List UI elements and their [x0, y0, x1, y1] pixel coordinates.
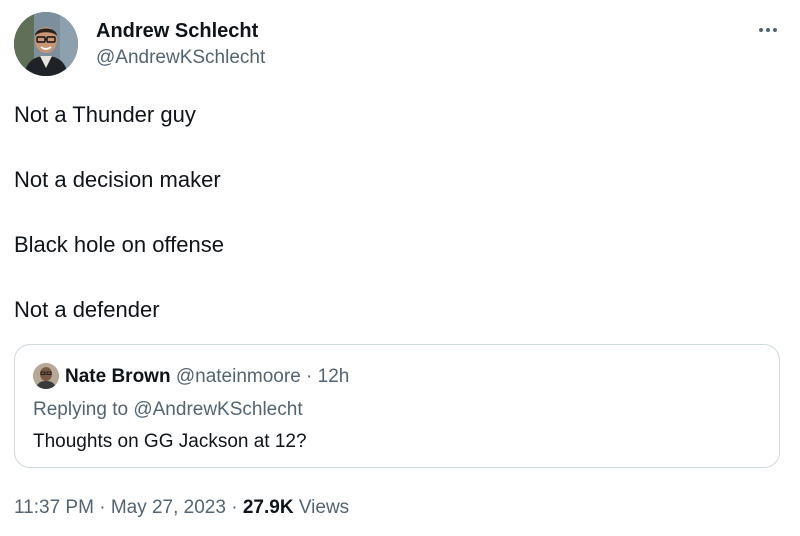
- tweet-date[interactable]: May 27, 2023: [111, 497, 226, 518]
- replying-prefix: Replying to: [33, 399, 134, 420]
- footer-separator: ·: [225, 497, 243, 518]
- author-avatar[interactable]: [14, 12, 78, 76]
- tweet-text-line-3: Black hole on offense: [14, 232, 224, 257]
- more-dot: [759, 28, 763, 32]
- tweet-header: Andrew Schlecht @AndrewKSchlecht: [14, 12, 786, 78]
- views-link[interactable]: 27.9K Views: [243, 497, 349, 518]
- tweet-time[interactable]: 11:37 PM: [14, 497, 94, 518]
- more-dot: [766, 28, 770, 32]
- views-label: Views: [293, 497, 350, 518]
- replying-handle-link[interactable]: @AndrewKSchlecht: [133, 399, 302, 420]
- more-dot: [773, 28, 777, 32]
- footer-separator: ·: [93, 497, 111, 518]
- more-horizontal-icon[interactable]: [754, 20, 782, 40]
- quoted-time[interactable]: 12h: [318, 366, 350, 387]
- quoted-author-handle[interactable]: @nateinmoore: [176, 366, 301, 387]
- author-name[interactable]: Andrew Schlecht: [96, 20, 258, 43]
- meta-separator: ·: [300, 366, 318, 387]
- views-count: 27.9K: [242, 497, 294, 518]
- tweet-text-line-4: Not a defender: [14, 297, 160, 322]
- quoted-author-name[interactable]: Nate Brown: [65, 366, 171, 387]
- replying-to: Replying to @AndrewKSchlecht: [33, 399, 303, 421]
- tweet-text-line-2: Not a decision maker: [14, 167, 221, 192]
- tweet-text-line-1: Not a Thunder guy: [14, 102, 196, 127]
- quoted-author-row: Nate Brown @nateinmoore · 12h: [65, 366, 349, 388]
- author-handle[interactable]: @AndrewKSchlecht: [96, 47, 265, 69]
- quoted-tweet-card[interactable]: Nate Brown @nateinmoore · 12h Replying t…: [14, 344, 780, 468]
- tweet-footer: 11:37 PM · May 27, 2023 · 27.9K Views: [14, 497, 349, 519]
- quoted-author-avatar[interactable]: [33, 363, 59, 389]
- quoted-tweet-text: Thoughts on GG Jackson at 12?: [33, 431, 307, 452]
